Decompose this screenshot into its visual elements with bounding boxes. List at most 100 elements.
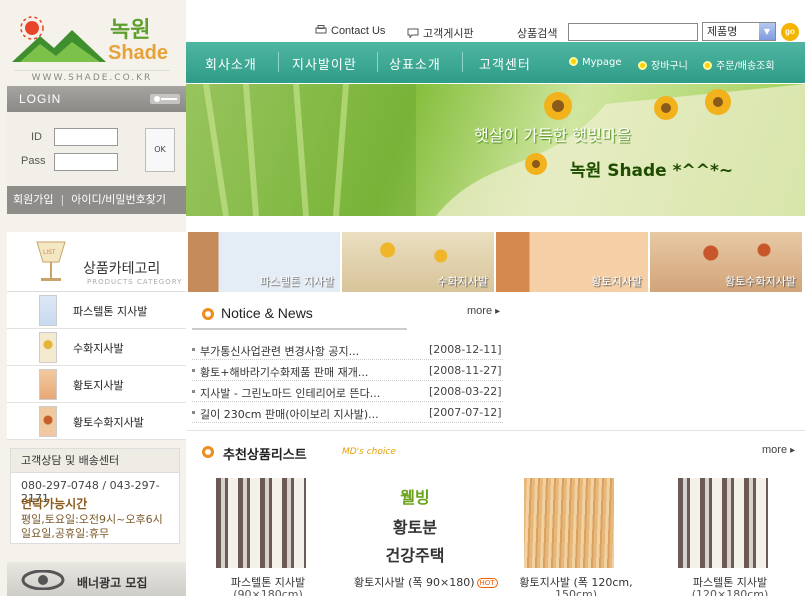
nav-item-service[interactable]: 고객센터 — [479, 54, 531, 73]
utility-bar: Contact Us 고객게시판 상품검색 제품명 ▼ go — [186, 0, 805, 42]
category-item-label: 황토지사발 — [73, 379, 124, 392]
notice-more-link[interactable]: more — [467, 305, 500, 317]
contact-link[interactable]: Contact Us — [315, 25, 385, 37]
category-thumbnail — [39, 295, 57, 326]
notice-row-title: 지사발 - 그린노마드 인테리어로 뜬다... — [200, 387, 381, 400]
product-image[interactable] — [216, 478, 306, 568]
nav-item-company[interactable]: 회사소개 — [205, 54, 257, 73]
category-title: 상품카테고리 — [83, 261, 161, 277]
login-ok-button[interactable]: OK — [145, 128, 175, 172]
product-text-line: 황토분 — [392, 518, 438, 537]
notice-row[interactable]: 길이 230cm 판매(아이보리 지사발)... [2007-07-12] — [192, 403, 503, 423]
category-item-suhwa[interactable]: 수화지사발 — [7, 329, 186, 366]
category-header: LIST 상품카테고리 PRODUCTS CATEGORY — [7, 232, 186, 292]
id-input[interactable] — [54, 128, 118, 146]
sunflower-icon — [705, 89, 731, 115]
hours-title: 연락가능시간 — [21, 497, 88, 511]
category-thumbnail — [39, 369, 57, 400]
hot-badge: HOT — [476, 578, 498, 588]
notice-row-title: 황토+해바라기수화제품 판매 재개... — [200, 366, 369, 379]
recommended-title: 추천상품리스트 — [223, 448, 307, 463]
brand-name-korean: 녹원 — [110, 18, 151, 43]
notice-row-title: 부가통신사업관련 변경사항 공지... — [200, 345, 360, 358]
board-label: 고객게시판 — [423, 28, 474, 40]
join-link[interactable]: 회원가입 — [13, 193, 53, 206]
product-image[interactable] — [678, 478, 768, 568]
nav-divider — [377, 52, 378, 72]
left-column: 녹원 Shade WWW.SHADE.CO.KR LOGIN ID Pass O… — [0, 0, 186, 596]
product-image[interactable] — [524, 478, 614, 568]
nav-item-jisabal[interactable]: 지사발이란 — [292, 54, 357, 73]
chevron-down-icon: ▼ — [759, 23, 775, 40]
search-label: 상품검색 — [517, 27, 558, 40]
nav-item-brand[interactable]: 상표소개 — [389, 54, 441, 73]
login-title: LOGIN — [19, 92, 62, 106]
notice-row[interactable]: 지사발 - 그린노마드 인테리어로 뜬다... [2008-03-22] — [192, 382, 503, 402]
category-item-label: 파스텔톤 지사발 — [73, 305, 148, 318]
sunflower-icon — [654, 96, 678, 120]
lamp-text: LIST — [43, 249, 56, 256]
category-subtitle: PRODUCTS CATEGORY — [87, 278, 183, 286]
category-banner-hwangto-suhwa[interactable]: 황토수화지사발 — [650, 232, 802, 292]
notice-row-date: [2008-12-11] — [429, 343, 502, 356]
eye-icon — [21, 570, 65, 590]
brand-url: WWW.SHADE.CO.KR — [14, 70, 170, 83]
square-bullet-icon — [192, 348, 195, 351]
product-text-line: 건강주택 — [385, 546, 445, 565]
hours-holiday: 일요일,공휴일:휴무 — [21, 527, 110, 540]
login-header: LOGIN — [7, 86, 186, 112]
category-item-pastel[interactable]: 파스텔톤 지사발 — [7, 292, 186, 329]
search-type-select[interactable]: 제품명 ▼ — [702, 22, 776, 41]
product-text-line: 웰빙 — [400, 488, 430, 507]
ring-bullet-icon — [202, 446, 214, 458]
notice-row[interactable]: 황토+해바라기수화제품 판매 재개... [2008-11-27] — [192, 361, 503, 381]
cart-link[interactable]: 장바구니 — [638, 57, 688, 72]
bullet-dot-icon — [638, 61, 647, 70]
printer-icon — [315, 25, 327, 34]
category-banner-label: 황토수화지사발 — [725, 275, 796, 288]
id-label: ID — [31, 131, 42, 143]
nav-divider — [278, 52, 279, 72]
password-input[interactable] — [54, 153, 118, 171]
contact-label: Contact Us — [331, 25, 386, 37]
customer-service-box: 고객상담 및 배송센터 080-297-0748 / 043-297-2171 … — [10, 448, 180, 544]
speech-bubble-icon — [407, 28, 419, 38]
brand-name-english: Shade — [108, 42, 169, 64]
ring-bullet-icon — [202, 308, 214, 320]
notice-row-title: 길이 230cm 판매(아이보리 지사발)... — [200, 408, 379, 421]
category-banner-pastel[interactable]: 파스텔톤 지사발 — [188, 232, 340, 292]
order-label: 주문/배송조회 — [716, 61, 775, 72]
site-logo[interactable]: 녹원 Shade WWW.SHADE.CO.KR — [8, 6, 178, 84]
category-thumbnail — [39, 332, 57, 363]
recommended-more-link[interactable]: more — [762, 444, 795, 456]
category-banner-suhwa[interactable]: 수화지사발 — [342, 232, 494, 292]
order-link[interactable]: 주문/배송조회 — [703, 57, 775, 72]
member-links: 회원가입 | 아이디/비밀번호찾기 — [7, 186, 186, 214]
category-item-hwangto[interactable]: 황토지사발 — [7, 366, 186, 403]
notice-row-date: [2008-03-22] — [429, 385, 502, 398]
category-banner-label: 파스텔톤 지사발 — [259, 275, 334, 288]
banner-ad[interactable]: 배너광고 모집 — [7, 562, 186, 596]
search-input[interactable] — [568, 23, 698, 41]
cart-label: 장바구니 — [651, 61, 688, 72]
key-icon — [150, 94, 180, 104]
product-size: 150cm) — [554, 588, 598, 596]
bullet-dot-icon — [569, 57, 578, 66]
bullet-dot-icon — [703, 61, 712, 70]
category-item-label: 황토수화지사발 — [73, 416, 144, 429]
notice-row[interactable]: 부가통신사업관련 변경사항 공지... [2008-12-11] — [192, 340, 503, 360]
search-go-button[interactable]: go — [781, 23, 799, 41]
lamp-icon: LIST — [36, 241, 66, 281]
hero-illustration — [186, 84, 805, 216]
category-banner-label: 수화지사발 — [437, 275, 488, 288]
logo-mountain-icon — [12, 16, 106, 62]
board-link[interactable]: 고객게시판 — [407, 25, 474, 41]
category-banner-hwangto[interactable]: 황토지사발 — [496, 232, 648, 292]
category-thumbnail — [39, 406, 57, 437]
category-item-label: 수화지사발 — [73, 342, 124, 355]
product-name: 황토지사발 (폭 90×180) HOT — [354, 574, 498, 590]
mypage-link[interactable]: Mypage — [569, 57, 622, 68]
find-account-link[interactable]: 아이디/비밀번호찾기 — [71, 193, 166, 206]
product-image[interactable]: 웰빙 황토분 건강주택 — [370, 478, 460, 568]
category-item-hwangto-suhwa[interactable]: 황토수화지사발 — [7, 403, 186, 440]
